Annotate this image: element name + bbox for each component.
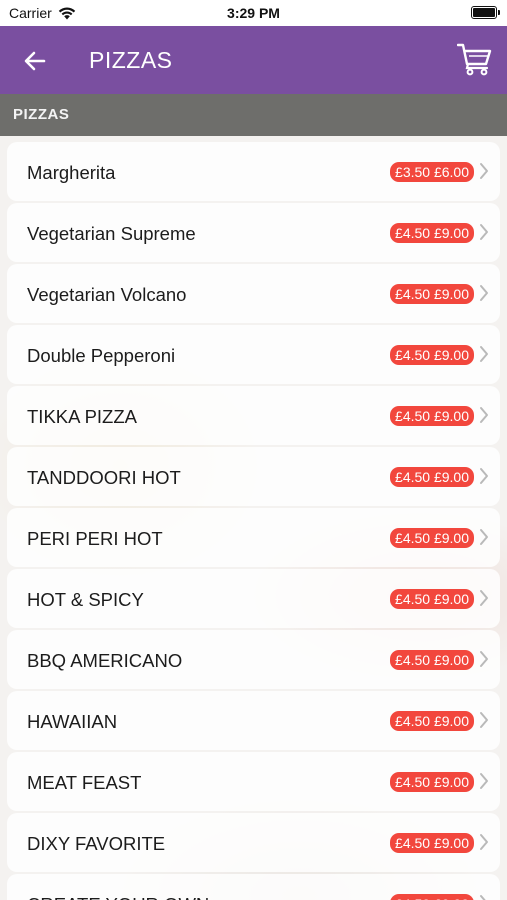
chevron-right-icon — [480, 529, 488, 545]
arrow-left-icon[interactable] — [22, 48, 48, 74]
menu-item[interactable]: Vegetarian Volcano £4.50 £9.00 — [7, 264, 500, 323]
nav-bar: PIZZAS — [0, 26, 507, 94]
item-name: MEAT FEAST — [27, 772, 142, 793]
item-name: Double Pepperoni — [27, 345, 176, 366]
chevron-right-icon — [480, 590, 488, 606]
item-name: Vegetarian Supreme — [27, 223, 196, 244]
item-name: BBQ AMERICANO — [27, 650, 183, 671]
price-badge: £4.50 £9.00 — [390, 223, 474, 243]
chevron-right-icon — [480, 163, 488, 179]
item-name: Margherita — [27, 162, 116, 183]
price-badge: £3.50 £6.00 — [390, 162, 474, 182]
price-badge: £4.50 £9.00 — [390, 772, 474, 792]
price-badge: £4.50 £9.00 — [390, 467, 474, 487]
price-badge: £4.50 £9.00 — [390, 833, 474, 853]
menu-item[interactable]: TIKKA PIZZA £4.50 £9.00 — [7, 386, 500, 445]
price-badge: £4.50 £9.00 — [390, 589, 474, 609]
menu-item[interactable]: PERI PERI HOT £4.50 £9.00 — [7, 508, 500, 567]
chevron-right-icon — [480, 224, 488, 240]
battery-icon — [471, 6, 500, 19]
page-title: PIZZAS — [89, 47, 173, 73]
chevron-right-icon — [480, 346, 488, 362]
chevron-right-icon — [480, 407, 488, 423]
menu-item[interactable]: DIXY FAVORITE £4.50 £9.00 — [7, 813, 500, 872]
chevron-right-icon — [480, 895, 486, 900]
status-bar: Carrier 3:29 PM — [0, 0, 507, 26]
price-badge: £4.50 £9.00 — [390, 345, 474, 365]
chevron-right-icon — [480, 834, 488, 850]
menu-item[interactable]: HAWAIIAN £4.50 £9.00 — [7, 691, 500, 750]
price-badge: £4.50 £9.00 — [390, 711, 474, 731]
chevron-right-icon — [480, 285, 488, 301]
menu-item[interactable]: MEAT FEAST £4.50 £9.00 — [7, 752, 500, 811]
menu-item[interactable]: Vegetarian Supreme £4.50 £9.00 — [7, 203, 500, 262]
menu-list-container[interactable]: Margherita £3.50 £6.00 Vegetarian Supreme £… — [0, 136, 507, 900]
status-time: 3:29 PM — [227, 5, 280, 21]
menu-item[interactable]: BBQ AMERICANO £4.50 £9.00 — [7, 630, 500, 689]
item-name: PERI PERI HOT — [27, 528, 163, 549]
menu-item[interactable]: Margherita £3.50 £6.00 — [7, 142, 500, 201]
price-badge: £4.50 £9.00 — [390, 650, 474, 670]
menu-item[interactable]: TANDDOORI HOT £4.50 £9.00 — [7, 447, 500, 506]
price-badge: £4.50 £9.00 — [390, 284, 474, 304]
item-name: HOT & SPICY — [27, 589, 144, 610]
price-badge: £4.50 £9.00 — [390, 894, 474, 900]
battery-level — [473, 8, 495, 17]
chevron-right-icon — [480, 773, 488, 789]
menu-list: Margherita £3.50 £6.00 Vegetarian Supreme £… — [0, 136, 507, 900]
menu-item[interactable]: HOT & SPICY £4.50 £9.00 — [7, 569, 500, 628]
menu-item[interactable]: Double Pepperoni £4.50 £9.00 — [7, 325, 500, 384]
item-name: DIXY FAVORITE — [27, 833, 166, 854]
chevron-right-icon — [480, 712, 488, 728]
menu-item[interactable]: CREATE YOUR OWN £4.50 £9.00 — [7, 874, 500, 900]
item-name: TIKKA PIZZA — [27, 406, 137, 427]
cart-icon[interactable] — [457, 42, 493, 76]
price-badge: £4.50 £9.00 — [390, 528, 474, 548]
item-name: Vegetarian Volcano — [27, 284, 187, 305]
price-badge: £4.50 £9.00 — [390, 406, 474, 426]
item-name: HAWAIIAN — [27, 711, 118, 732]
chevron-right-icon — [480, 468, 488, 484]
item-name: TANDDOORI HOT — [27, 467, 181, 488]
chevron-right-icon — [480, 651, 488, 667]
item-name: CREATE YOUR OWN — [27, 894, 209, 900]
section-header: PIZZAS — [0, 94, 507, 136]
